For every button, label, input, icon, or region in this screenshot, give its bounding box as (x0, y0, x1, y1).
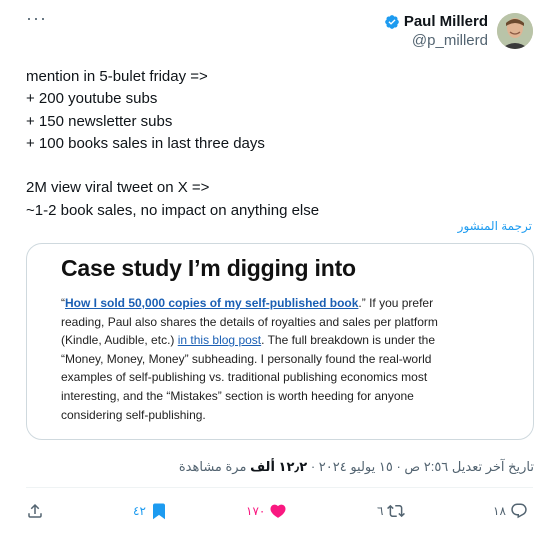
author-names: Paul Millerd @p_millerd (384, 13, 488, 49)
tweet-line: + 150 newsletter subs (26, 112, 173, 130)
share-icon (28, 503, 42, 518)
tweet-line: mention in 5-bulet friday => (26, 68, 208, 85)
card-link-blog: in this blog post (177, 333, 262, 348)
tweet-line (26, 155, 526, 177)
card-text: “Money, Money, Money” subheading. I pers… (61, 351, 432, 366)
card-text: interesting, and the “Mistakes” section … (61, 388, 414, 403)
tweet-meta: تاريخ آخر تعديل ٢:٥٦ ص · ١٥ يوليو ٢٠٢٤ ·… (179, 459, 534, 475)
author-name-row: Paul Millerd (384, 13, 488, 30)
bookmark-count: ٤٢ (133, 504, 146, 518)
like-count: ١٧٠ (246, 504, 266, 518)
card-text: . The full breakdown is under the (261, 333, 436, 348)
media-card[interactable]: Case study I’m digging into “How I sold … (26, 243, 534, 440)
views-label: مرة مشاهدة (178, 459, 247, 474)
like-button[interactable]: ١٧٠ (246, 502, 287, 520)
tweet-line: ~1-2 book sales, no impact on anything e… (26, 201, 320, 219)
bookmark-button[interactable]: ٤٢ (133, 502, 168, 520)
card-link-article: How I sold 50,000 copies of my self-publ… (65, 296, 359, 310)
reply-count: ١٨ (493, 504, 506, 518)
divider (26, 487, 533, 488)
retweet-count: ٦ (377, 504, 384, 518)
more-options-icon[interactable]: ··· (26, 8, 47, 29)
reply-button[interactable]: ١٨ (493, 502, 528, 520)
retweet-icon (387, 504, 406, 518)
verified-badge-icon (384, 14, 399, 29)
tweet-text: mention in 5-bulet friday => + 200 youtu… (26, 66, 526, 222)
tweet-author: Paul Millerd @p_millerd (384, 13, 533, 49)
views-count: ١٢٫٢ ألف (250, 459, 308, 474)
translate-post-link[interactable]: ترجمة المنشور (458, 219, 532, 233)
card-text: examples of self-publishing vs. traditio… (61, 370, 428, 385)
user-avatar-icon[interactable] (497, 13, 533, 49)
card-text: (Kindle, Audible, etc.) (61, 333, 178, 348)
tweet-line: + 200 youtube subs (26, 90, 158, 108)
author-display-name[interactable]: Paul Millerd (404, 13, 488, 30)
card-title: Case study I’m digging into (61, 255, 356, 281)
card-body: “How I sold 50,000 copies of my self-pub… (61, 294, 511, 424)
reply-icon (511, 503, 527, 519)
bookmark-icon (152, 503, 165, 520)
card-text: considering self-publishing. (61, 407, 206, 422)
heart-icon (270, 504, 286, 518)
tweet-line: + 100 books sales in last three days (26, 134, 265, 152)
card-text: .” If you prefer (358, 296, 434, 310)
card-text: reading, Paul also shares the details of… (61, 314, 438, 329)
share-button[interactable] (26, 502, 44, 520)
timestamp[interactable]: تاريخ آخر تعديل ٢:٥٦ ص · ١٥ يوليو ٢٠٢٤ · (311, 459, 534, 474)
retweet-button[interactable]: ٦ (377, 502, 406, 520)
author-handle[interactable]: @p_millerd (384, 32, 488, 49)
tweet-line: 2M view viral tweet on X => (26, 179, 210, 197)
